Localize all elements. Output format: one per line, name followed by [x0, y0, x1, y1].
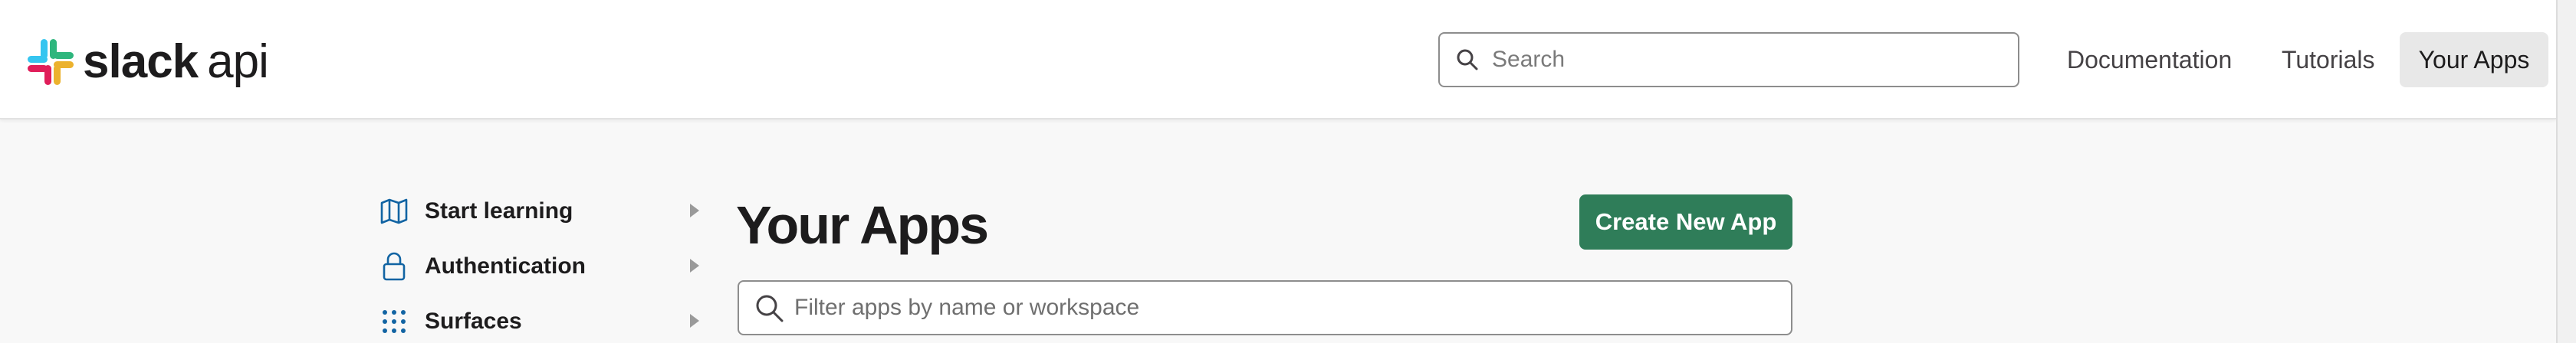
logo-word: slack [83, 35, 199, 88]
filter-apps-box[interactable] [738, 280, 1792, 335]
caret-right-icon [690, 204, 699, 217]
create-new-app-button[interactable]: Create New App [1579, 194, 1792, 250]
search-input[interactable] [1492, 47, 1983, 73]
sidebar-item-surfaces[interactable]: Surfaces [379, 299, 704, 343]
filter-apps-input[interactable] [794, 295, 1760, 321]
search-box[interactable] [1438, 32, 2019, 87]
page-title: Your Apps [736, 195, 989, 255]
lock-icon [383, 252, 406, 281]
logo-wordmark: slack api [83, 35, 269, 88]
map-icon [380, 198, 408, 224]
sidebar-item-label: Surfaces [425, 309, 522, 334]
search-icon [1457, 49, 1478, 70]
sidebar-item-start-learning[interactable]: Start learning [379, 188, 704, 234]
search-icon [756, 295, 784, 322]
slack-logo-icon [28, 39, 74, 85]
logo-suffix: api [207, 35, 269, 88]
sidebar-item-label: Authentication [425, 253, 586, 279]
slack-api-logo[interactable]: slack api [28, 35, 269, 88]
caret-right-icon [690, 314, 699, 328]
nav-documentation-link[interactable]: Documentation [2050, 32, 2249, 87]
sidebar-item-label: Start learning [425, 198, 573, 224]
sidebar-item-authentication[interactable]: Authentication [379, 243, 704, 289]
nav-tutorials-link[interactable]: Tutorials [2265, 32, 2392, 87]
grid-dots-icon [383, 310, 406, 333]
top-navigation-bar: slackapi Documentation Tutorials Your Ap… [0, 0, 2556, 119]
nav-your-apps-link[interactable]: Your Apps [2400, 32, 2548, 87]
caret-right-icon [690, 259, 699, 273]
page-scrollbar[interactable] [2556, 0, 2576, 343]
